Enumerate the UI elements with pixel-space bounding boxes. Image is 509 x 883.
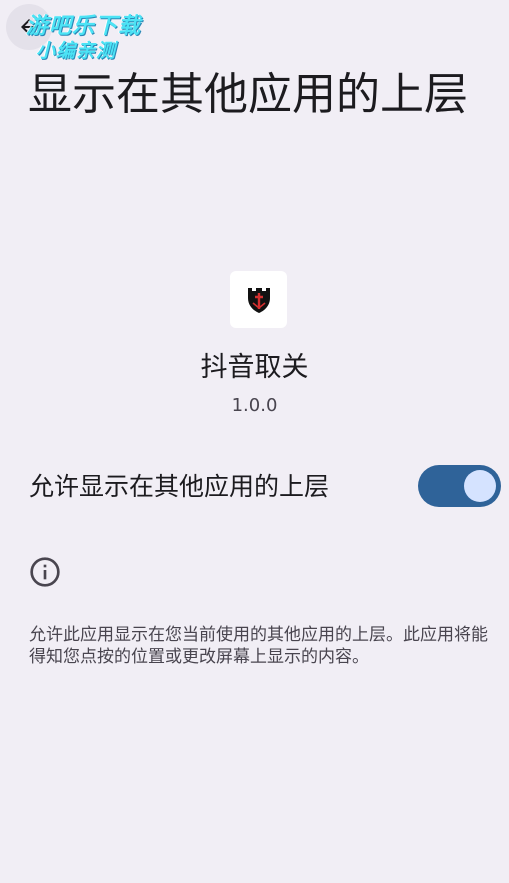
- app-name: 抖音取关: [200, 352, 309, 383]
- app-icon: [230, 271, 287, 328]
- overlay-permission-label: 允许显示在其他应用的上层: [29, 472, 330, 501]
- page-title: 显示在其他应用的上层: [28, 69, 468, 120]
- permission-description: 允许此应用显示在您当前使用的其他应用的上层。此应用将能得知您点按的位置或更改屏幕…: [29, 625, 488, 667]
- back-button[interactable]: [6, 4, 52, 50]
- app-logo-icon: [247, 287, 270, 313]
- overlay-permission-row[interactable]: 允许显示在其他应用的上层: [0, 458, 509, 516]
- arrow-back-icon: [21, 19, 37, 35]
- watermark-line2: 小编亲测: [36, 40, 117, 62]
- toggle-thumb: [464, 470, 496, 502]
- app-version: 1.0.0: [231, 395, 278, 416]
- overlay-permission-toggle[interactable]: [418, 465, 501, 507]
- info-icon: [30, 557, 60, 587]
